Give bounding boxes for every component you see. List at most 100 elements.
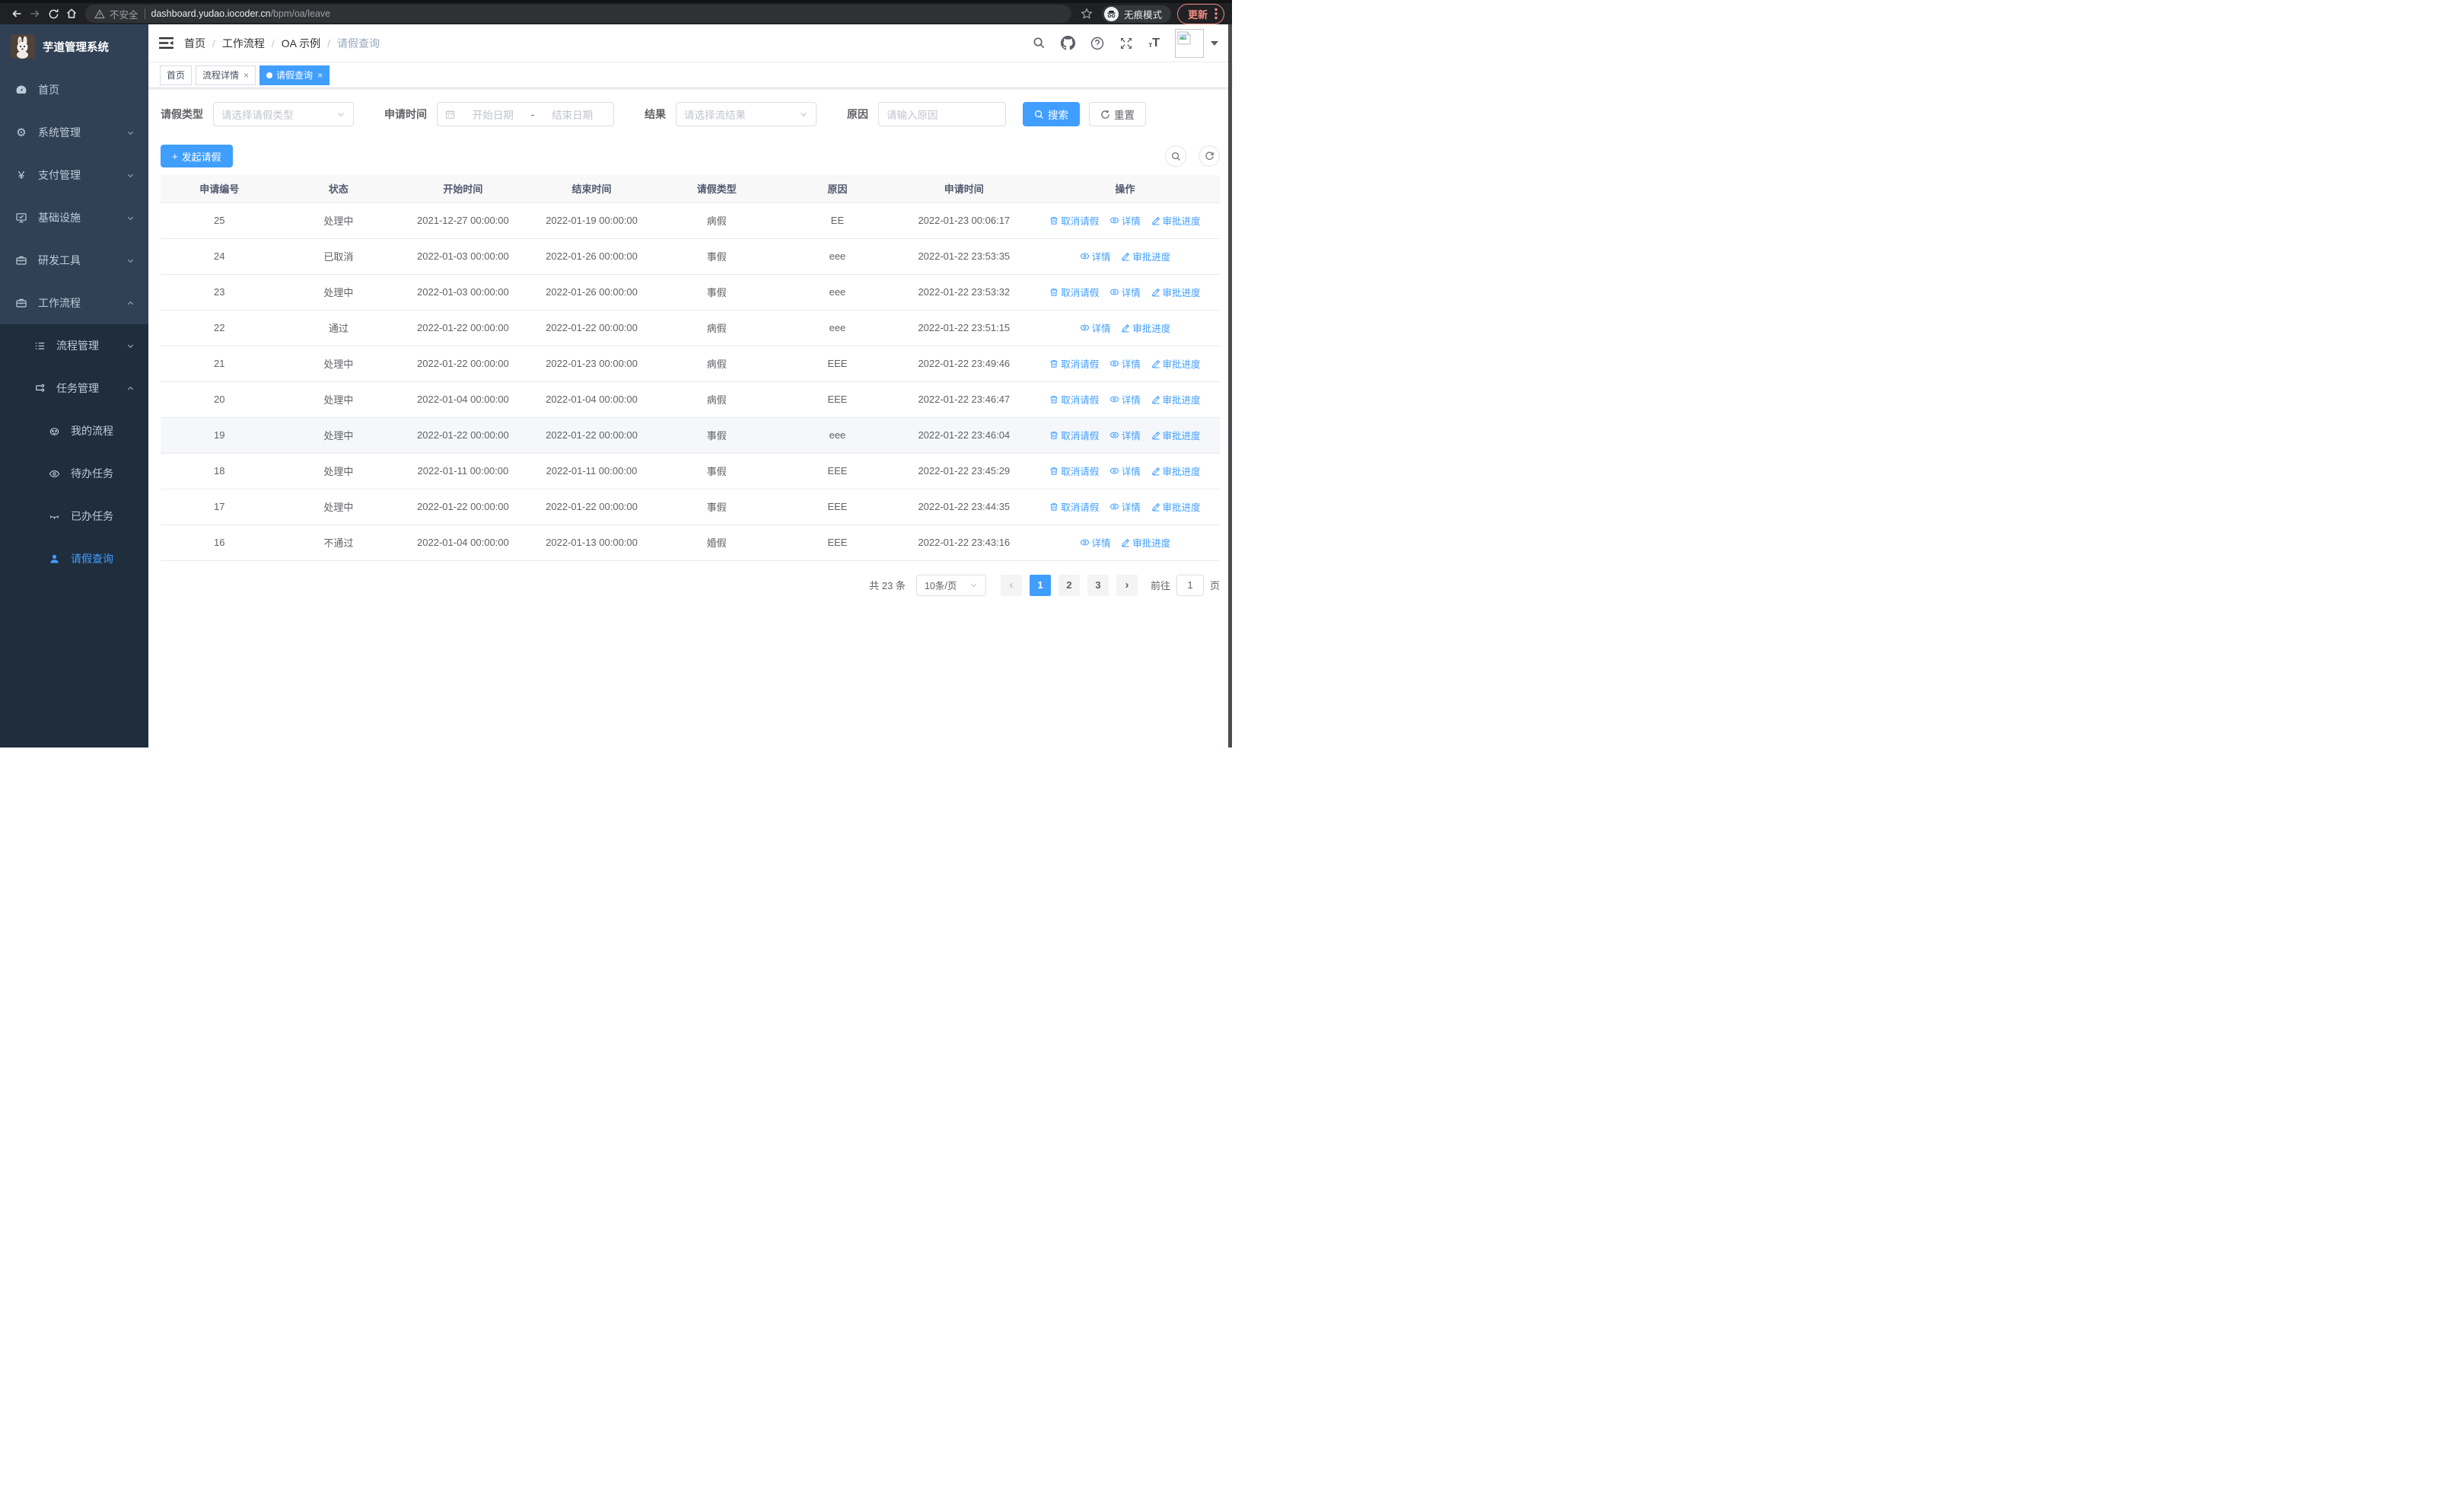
detail-link[interactable]: 详情 — [1080, 535, 1111, 550]
cell-actions: 详情 审批进度 — [1030, 310, 1220, 346]
cancel-leave-link[interactable]: 取消请假 — [1049, 356, 1099, 371]
security-status[interactable]: 不安全 — [94, 7, 138, 21]
cell-leave-type: 事假 — [656, 238, 778, 275]
cancel-leave-link[interactable]: 取消请假 — [1049, 392, 1099, 406]
sidebar-item-process-management[interactable]: 流程管理 — [0, 324, 148, 367]
detail-link[interactable]: 详情 — [1080, 249, 1111, 263]
approval-progress-link[interactable]: 审批进度 — [1151, 356, 1201, 371]
breadcrumb-workflow[interactable]: 工作流程 — [222, 36, 265, 51]
cell-start-time: 2022-01-04 00:00:00 — [399, 524, 527, 561]
cancel-leave-link[interactable]: 取消请假 — [1049, 499, 1099, 514]
approval-progress-link[interactable]: 审批进度 — [1151, 285, 1201, 299]
cancel-leave-link[interactable]: 取消请假 — [1049, 213, 1099, 228]
fullscreen-icon[interactable] — [1119, 37, 1133, 50]
total-count: 共 23 条 — [869, 580, 906, 591]
cell-status: 通过 — [278, 310, 400, 346]
app-logo-row[interactable]: 芋道管理系统 — [0, 24, 148, 69]
address-bar[interactable]: 不安全 dashboard.yudao.iocoder.cn/bpm/oa/le… — [85, 5, 1071, 23]
user-menu[interactable] — [1175, 28, 1218, 58]
sidebar-item-home[interactable]: 首页 — [0, 69, 148, 111]
detail-link[interactable]: 详情 — [1080, 320, 1111, 335]
yen-icon: ¥ — [18, 168, 25, 182]
tab-home[interactable]: 首页 — [160, 65, 193, 85]
cancel-leave-link[interactable]: 取消请假 — [1049, 464, 1099, 478]
bookmark-star-icon[interactable] — [1078, 5, 1096, 23]
cell-start-time: 2022-01-22 00:00:00 — [399, 310, 527, 346]
leave-type-select[interactable]: 请选择请假类型 — [213, 102, 354, 126]
prev-page-button[interactable]: ‹ — [1000, 574, 1022, 596]
help-icon[interactable] — [1090, 37, 1104, 50]
page-button-2[interactable]: 2 — [1058, 574, 1080, 596]
create-leave-button[interactable]: + 发起请假 — [161, 145, 233, 167]
approval-progress-link[interactable]: 审批进度 — [1151, 428, 1201, 442]
font-size-icon[interactable]: тT — [1148, 37, 1160, 49]
breadcrumb-oa-example[interactable]: OA 示例 — [282, 36, 320, 51]
sidebar-item-my-process[interactable]: 我的流程 — [0, 410, 148, 452]
approval-progress-link[interactable]: 审批进度 — [1151, 499, 1201, 514]
sidebar-item-todo-tasks[interactable]: 待办任务 — [0, 452, 148, 495]
detail-link[interactable]: 详情 — [1109, 356, 1141, 371]
cell-actions: 详情 审批进度 — [1030, 524, 1220, 561]
detail-link[interactable]: 详情 — [1109, 392, 1141, 406]
cell-status: 处理中 — [278, 202, 400, 239]
detail-link[interactable]: 详情 — [1109, 213, 1141, 228]
sidebar-item-payment[interactable]: ¥ 支付管理 — [0, 154, 148, 196]
sidebar-item-done-tasks[interactable]: 已办任务 — [0, 495, 148, 537]
cell-leave-type: 病假 — [656, 310, 778, 346]
reset-button[interactable]: 重置 — [1089, 102, 1146, 126]
sidebar-item-task-management[interactable]: 任务管理 — [0, 367, 148, 410]
refresh-table-button[interactable] — [1199, 145, 1220, 167]
page-button-3[interactable]: 3 — [1087, 574, 1109, 596]
detail-link[interactable]: 详情 — [1109, 499, 1141, 514]
tab-process-detail[interactable]: 流程详情 × — [196, 65, 256, 85]
goto-page-input[interactable]: 1 — [1176, 574, 1204, 596]
end-date-input[interactable]: 结束日期 — [539, 107, 606, 122]
close-icon[interactable]: × — [244, 70, 249, 81]
approval-progress-link[interactable]: 审批进度 — [1121, 249, 1170, 263]
breadcrumb-home[interactable]: 首页 — [184, 36, 205, 51]
approval-progress-link[interactable]: 审批进度 — [1151, 464, 1201, 478]
result-select[interactable]: 请选择流结果 — [676, 102, 817, 126]
start-date-input[interactable]: 开始日期 — [460, 107, 527, 122]
close-icon[interactable]: × — [317, 70, 323, 81]
browser-home-button[interactable] — [62, 5, 81, 23]
page-size-select[interactable]: 10条/页 — [915, 574, 986, 596]
edit-pen-icon — [1151, 216, 1160, 225]
browser-forward-button[interactable] — [26, 5, 44, 23]
browser-update-button[interactable]: 更新 — [1176, 3, 1224, 24]
sidebar-item-workflow[interactable]: 工作流程 — [0, 282, 148, 324]
approval-progress-link[interactable]: 审批进度 — [1151, 213, 1201, 228]
approval-progress-link[interactable]: 审批进度 — [1121, 320, 1170, 335]
detail-link[interactable]: 详情 — [1109, 285, 1141, 299]
approval-progress-link[interactable]: 审批进度 — [1121, 535, 1170, 550]
detail-link[interactable]: 详情 — [1109, 428, 1141, 442]
github-icon[interactable] — [1061, 36, 1076, 50]
sidebar-item-dev-tools[interactable]: 研发工具 — [0, 239, 148, 282]
cancel-leave-link[interactable]: 取消请假 — [1049, 285, 1099, 299]
detail-link[interactable]: 详情 — [1109, 464, 1141, 478]
cell-actions: 取消请假 详情 审批进度 — [1030, 381, 1220, 418]
sidebar-item-leave-query[interactable]: 请假查询 — [0, 537, 148, 580]
browser-scrollbar[interactable] — [1228, 24, 1232, 748]
sidebar-collapse-icon[interactable] — [159, 37, 173, 49]
next-page-button[interactable]: › — [1116, 574, 1138, 596]
toggle-search-button[interactable] — [1165, 145, 1186, 167]
approval-progress-link[interactable]: 审批进度 — [1151, 392, 1201, 406]
sidebar-item-infrastructure[interactable]: 基础设施 — [0, 196, 148, 239]
browser-menu-icon[interactable] — [1214, 8, 1218, 20]
cancel-leave-link[interactable]: 取消请假 — [1049, 428, 1099, 442]
tab-leave-query[interactable]: 请假查询 × — [259, 65, 330, 85]
calendar-icon — [445, 110, 455, 119]
search-button[interactable]: 搜索 — [1023, 102, 1080, 126]
reason-input[interactable]: 请输入原因 — [878, 102, 1006, 126]
browser-back-button[interactable] — [8, 5, 26, 23]
cell-apply-time: 2022-01-22 23:53:35 — [897, 238, 1030, 275]
header-search-icon[interactable] — [1033, 37, 1046, 49]
trash-icon — [1050, 288, 1058, 296]
apply-time-range-picker[interactable]: 开始日期 - 结束日期 — [437, 102, 614, 126]
browser-reload-button[interactable] — [44, 5, 62, 23]
leave-type-label: 请假类型 — [161, 108, 203, 120]
sidebar-item-system[interactable]: ⚙ 系统管理 — [0, 111, 148, 154]
cell-actions: 取消请假 详情 审批进度 — [1030, 202, 1220, 239]
page-button-1[interactable]: 1 — [1029, 574, 1051, 596]
